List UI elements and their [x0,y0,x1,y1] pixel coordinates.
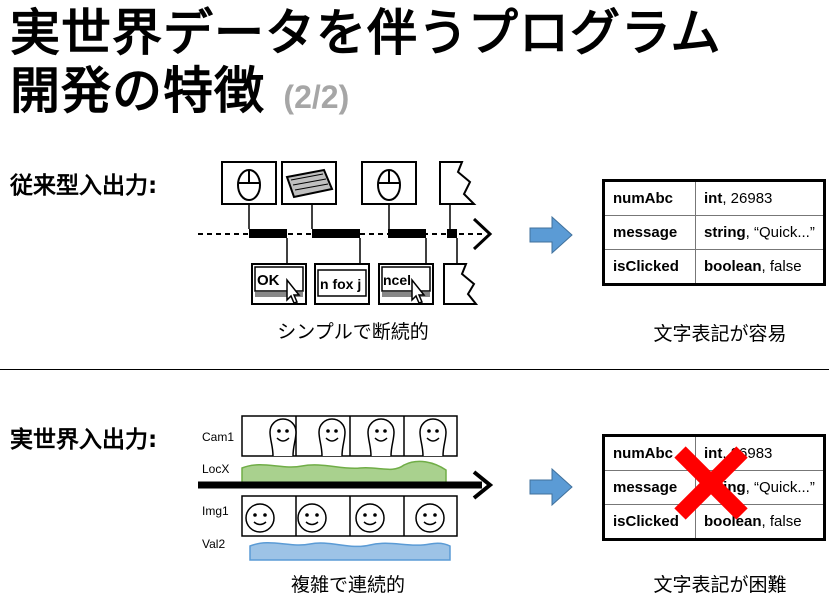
field-name: message [603,470,696,505]
track-label: Cam1 [202,430,234,444]
track-label: Val2 [202,537,225,551]
face-icon [419,418,447,457]
table-row: isClicked boolean, false [603,504,825,540]
record-table-hard: numAbc int, 26983 message string, “Quick… [602,434,826,541]
face-icon [245,503,275,533]
face-icon [367,418,395,457]
val2-area [249,542,451,561]
realworld-caption: 複雑で連続的 [290,574,405,596]
table-row: message string, “Quick...” [603,470,825,505]
realworld-record-caption: 文字表記が困難 [653,574,787,596]
track-label: LocX [202,462,229,476]
field-name: numAbc [603,435,696,471]
field-name: isClicked [603,504,696,540]
face-icon [415,503,445,533]
track-label: Img1 [202,504,229,518]
face-icon [269,418,297,457]
field-value: string, “Quick...” [695,470,825,505]
face-icon [297,503,327,533]
locx-area [241,460,447,485]
field-value: boolean, false [695,504,825,540]
face-icon [355,503,385,533]
right-arrow-icon [529,467,573,507]
table-row: numAbc int, 26983 [603,435,825,471]
field-value: int, 26983 [695,435,825,471]
face-icon [318,418,346,457]
